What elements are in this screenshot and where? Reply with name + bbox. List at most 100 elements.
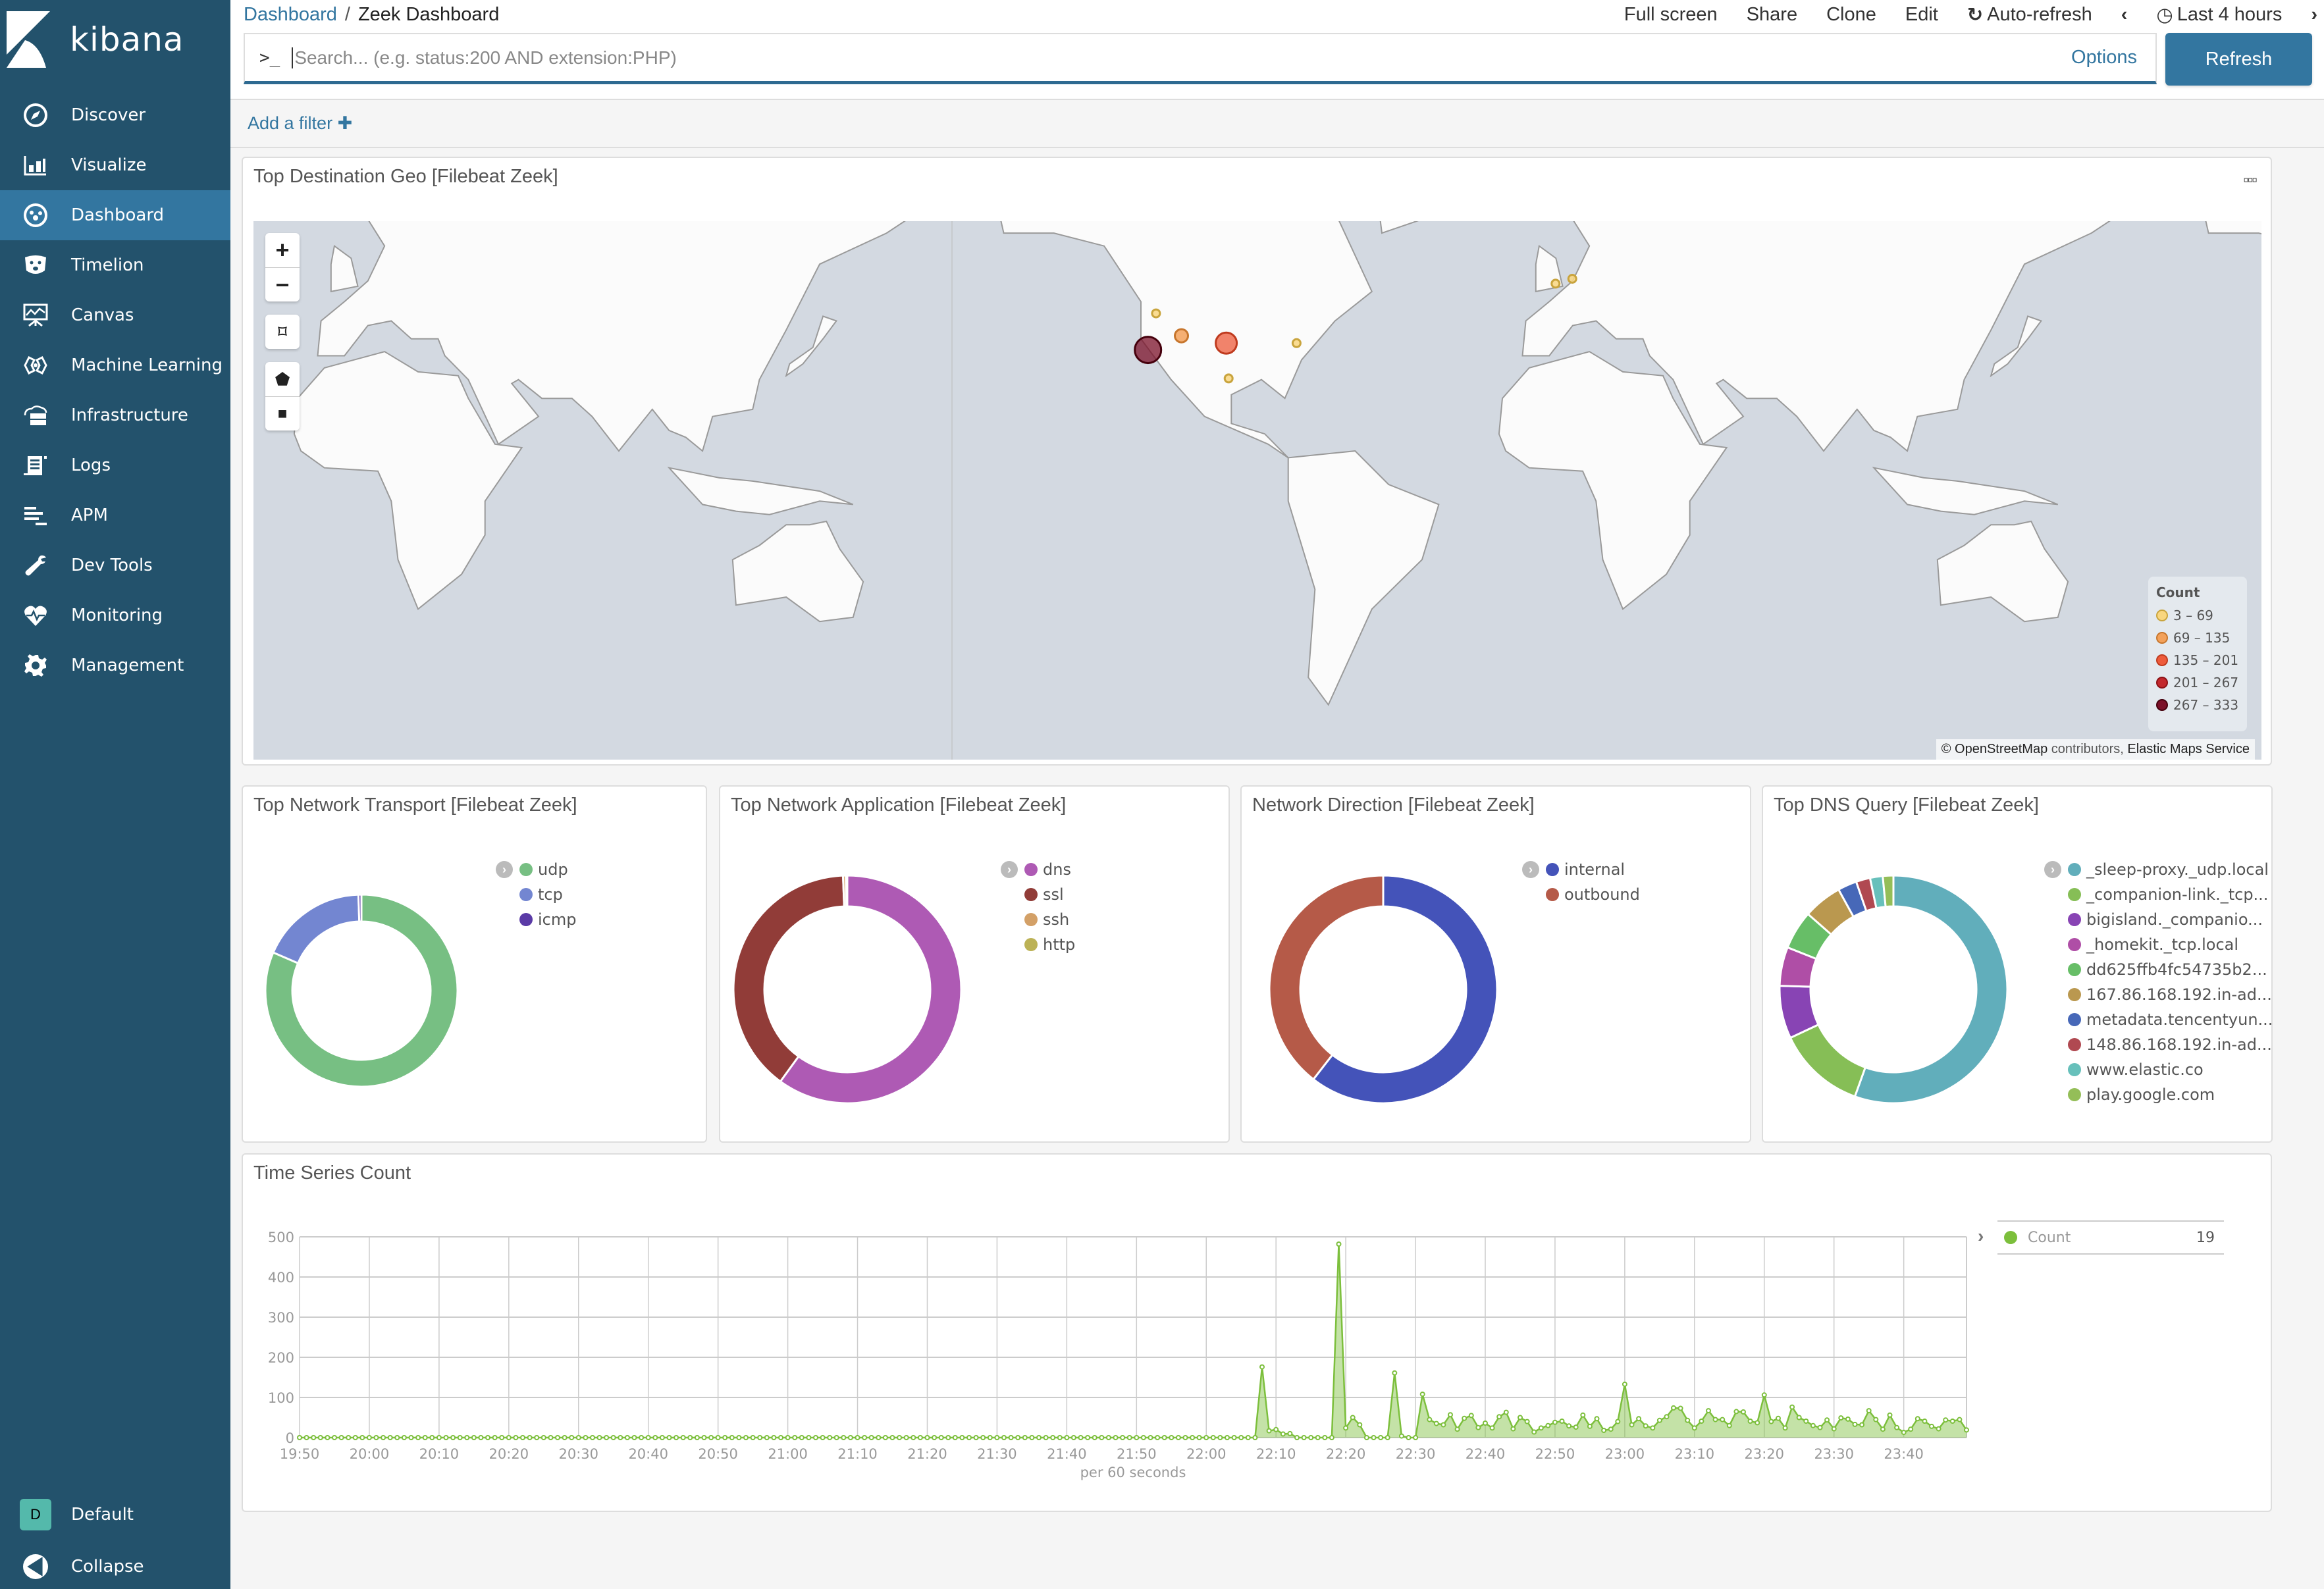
data-point[interactable] <box>1259 1364 1265 1370</box>
data-point[interactable] <box>1566 1423 1572 1429</box>
data-point[interactable] <box>1671 1405 1676 1411</box>
data-point[interactable] <box>596 1435 602 1440</box>
data-point[interactable] <box>1503 1409 1509 1415</box>
data-point[interactable] <box>1238 1435 1244 1440</box>
ems-attribution-link[interactable]: Elastic Maps Service <box>2127 742 2250 756</box>
data-point[interactable] <box>583 1435 589 1440</box>
data-point[interactable] <box>1817 1424 1823 1430</box>
data-point[interactable] <box>1462 1415 1467 1421</box>
data-point[interactable] <box>624 1435 630 1440</box>
data-point[interactable] <box>1538 1425 1544 1431</box>
donut-slice-icmp[interactable] <box>357 893 363 923</box>
data-point[interactable] <box>1015 1435 1021 1440</box>
legend-item[interactable]: udp <box>519 857 576 882</box>
data-point[interactable] <box>1531 1429 1537 1435</box>
data-point[interactable] <box>1315 1435 1321 1440</box>
data-point[interactable] <box>680 1435 686 1440</box>
data-point[interactable] <box>652 1435 658 1440</box>
data-point[interactable] <box>1336 1241 1342 1247</box>
data-point[interactable] <box>443 1435 449 1440</box>
donut-slice-ssl[interactable] <box>732 874 845 1083</box>
sidebar-item-canvas[interactable]: Canvas <box>0 290 230 340</box>
data-point[interactable] <box>478 1435 484 1440</box>
geo-point-marker[interactable] <box>1291 338 1302 348</box>
legend-item-count[interactable]: Count 19 <box>1997 1220 2224 1255</box>
sidebar-item-dev-tools[interactable]: Dev Tools <box>0 540 230 590</box>
data-point[interactable] <box>980 1435 986 1440</box>
space-selector[interactable]: D Default <box>0 1492 230 1538</box>
data-point[interactable] <box>757 1435 763 1440</box>
data-point[interactable] <box>1329 1435 1334 1440</box>
search-input[interactable] <box>292 47 2072 68</box>
data-point[interactable] <box>987 1435 993 1440</box>
data-point[interactable] <box>534 1435 540 1440</box>
data-point[interactable] <box>1475 1424 1481 1430</box>
data-point[interactable] <box>1706 1408 1711 1414</box>
data-point[interactable] <box>1964 1427 1969 1433</box>
data-point[interactable] <box>548 1435 554 1440</box>
data-point[interactable] <box>1008 1435 1014 1440</box>
data-point[interactable] <box>1601 1428 1607 1433</box>
data-point[interactable] <box>338 1435 344 1440</box>
data-point[interactable] <box>1001 1435 1007 1440</box>
data-point[interactable] <box>799 1435 805 1440</box>
data-point[interactable] <box>1887 1412 1893 1418</box>
legend-item[interactable]: bigisland._companio... <box>2068 907 2273 932</box>
data-point[interactable] <box>1838 1415 1844 1421</box>
data-point[interactable] <box>317 1435 323 1440</box>
legend-item[interactable]: internal <box>1546 857 1640 882</box>
data-point[interactable] <box>952 1435 958 1440</box>
data-point[interactable] <box>813 1435 818 1440</box>
donut-slice-companion-link-tcp[interactable] <box>1789 1023 1867 1098</box>
legend-item[interactable]: www.elastic.co <box>2068 1057 2273 1082</box>
data-point[interactable] <box>778 1435 783 1440</box>
data-point[interactable] <box>1190 1435 1196 1440</box>
geo-point-marker[interactable] <box>1223 373 1234 384</box>
data-point[interactable] <box>575 1435 581 1440</box>
geo-point-marker[interactable] <box>1174 328 1189 344</box>
legend-toggle-icon[interactable]: › <box>1522 861 1539 878</box>
data-point[interactable] <box>1915 1416 1920 1422</box>
time-next-button[interactable]: › <box>2311 4 2317 26</box>
data-point[interactable] <box>555 1435 560 1440</box>
time-prev-button[interactable]: ‹ <box>2121 4 2128 26</box>
data-point[interactable] <box>1169 1435 1175 1440</box>
data-point[interactable] <box>415 1435 421 1440</box>
data-point[interactable] <box>673 1435 679 1440</box>
data-point[interactable] <box>387 1435 393 1440</box>
data-point[interactable] <box>659 1435 665 1440</box>
data-point[interactable] <box>1217 1435 1223 1440</box>
legend-toggle-icon[interactable]: › <box>1001 861 1018 878</box>
data-point[interactable] <box>1210 1435 1216 1440</box>
data-point[interactable] <box>1908 1426 1914 1432</box>
data-point[interactable] <box>1301 1435 1307 1440</box>
data-point[interactable] <box>1287 1430 1293 1436</box>
data-point[interactable] <box>1510 1426 1516 1432</box>
data-point[interactable] <box>366 1435 372 1440</box>
legend-item[interactable]: tcp <box>519 882 576 907</box>
data-point[interactable] <box>1433 1420 1439 1426</box>
data-point[interactable] <box>1036 1435 1042 1440</box>
data-point[interactable] <box>1266 1428 1272 1434</box>
data-point[interactable] <box>1161 1435 1167 1440</box>
data-point[interactable] <box>862 1435 868 1440</box>
data-point[interactable] <box>1587 1423 1593 1429</box>
data-point[interactable] <box>1050 1435 1056 1440</box>
data-point[interactable] <box>1113 1435 1119 1440</box>
data-point[interactable] <box>729 1435 735 1440</box>
data-point[interactable] <box>1099 1435 1105 1440</box>
data-point[interactable] <box>1454 1426 1460 1432</box>
data-point[interactable] <box>1796 1415 1802 1420</box>
data-point[interactable] <box>1747 1419 1753 1424</box>
donut-slice-play-google-com[interactable] <box>1882 874 1895 908</box>
geo-point-marker[interactable] <box>1134 336 1163 365</box>
sidebar-item-apm[interactable]: APM <box>0 490 230 540</box>
data-point[interactable] <box>485 1435 490 1440</box>
data-point[interactable] <box>1120 1435 1126 1440</box>
data-point[interactable] <box>666 1435 672 1440</box>
legend-item[interactable]: dns <box>1024 857 1075 882</box>
data-point[interactable] <box>1385 1435 1390 1440</box>
data-point[interactable] <box>471 1435 477 1440</box>
data-point[interactable] <box>1922 1419 1928 1424</box>
sidebar-item-infrastructure[interactable]: Infrastructure <box>0 390 230 440</box>
